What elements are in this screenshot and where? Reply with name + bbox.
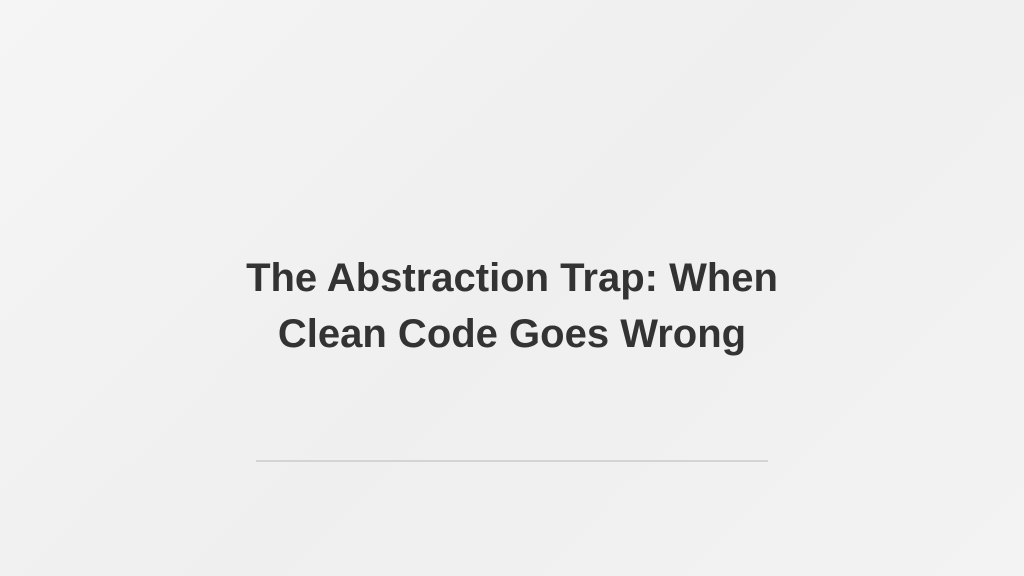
divider-line (256, 460, 768, 462)
slide: The Abstraction Trap: When Clean Code Go… (0, 0, 1024, 576)
slide-title-line-2: Clean Code Goes Wrong (277, 312, 747, 356)
slide-title-line-1: The Abstraction Trap: When (246, 256, 778, 300)
slide-title: The Abstraction Trap: When Clean Code Go… (112, 250, 912, 362)
